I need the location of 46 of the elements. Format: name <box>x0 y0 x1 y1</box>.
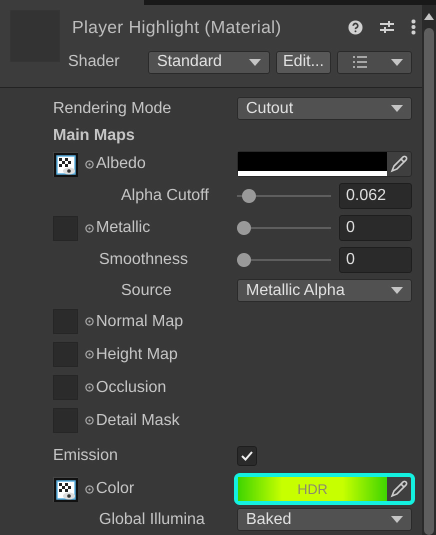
list-options-dropdown[interactable] <box>336 50 412 74</box>
number-field[interactable]: 0 <box>339 247 412 273</box>
list-icon <box>352 56 368 68</box>
color-field[interactable] <box>237 151 412 177</box>
property-dropdown[interactable]: Cutout <box>237 97 412 120</box>
hdr-label: HDR <box>297 480 328 498</box>
number-field[interactable]: 0 <box>339 215 412 241</box>
shader-dropdown[interactable]: Standard <box>148 50 270 74</box>
texture-slot[interactable] <box>53 152 78 176</box>
property-label: Height Map <box>96 344 178 364</box>
property-label: Smoothness <box>99 250 188 270</box>
property-label: Source <box>121 280 172 300</box>
checkbox[interactable] <box>237 446 257 466</box>
property-label: Global Illumina <box>99 510 205 530</box>
scrollbar[interactable] <box>422 5 436 535</box>
property-label: Color <box>96 479 134 499</box>
slider-thumb[interactable] <box>237 253 251 267</box>
property-label: Albedo <box>96 154 146 174</box>
settings-sliders-icon[interactable] <box>379 19 395 36</box>
edit-button[interactable]: Edit... <box>276 50 331 74</box>
checkmark-icon <box>240 449 254 463</box>
property-label: Detail Mask <box>96 410 180 430</box>
slider-thumb[interactable] <box>237 221 251 235</box>
shader-label: Shader <box>68 52 121 72</box>
property-dropdown[interactable]: Metallic Alpha <box>237 279 412 302</box>
property-dropdown[interactable]: Baked <box>237 508 412 531</box>
target-icon[interactable] <box>85 484 94 494</box>
target-icon[interactable] <box>85 416 94 425</box>
more-options-icon[interactable] <box>411 19 416 36</box>
target-icon[interactable] <box>85 224 94 232</box>
property-label: Rendering Mode <box>53 98 172 118</box>
target-icon[interactable] <box>85 350 94 359</box>
target-icon[interactable] <box>85 160 94 168</box>
property-label: Metallic <box>96 218 150 238</box>
number-field[interactable]: 0.062 <box>339 183 412 209</box>
target-icon[interactable] <box>85 383 94 392</box>
property-label: Emission <box>53 446 118 466</box>
target-icon[interactable] <box>85 317 94 326</box>
property-label: Occlusion <box>96 378 166 398</box>
property-label: Alpha Cutoff <box>121 186 209 206</box>
help-icon[interactable] <box>348 20 363 35</box>
texture-slot[interactable] <box>53 476 78 502</box>
inspector-title: Player Highlight (Material) <box>72 16 282 39</box>
slider-thumb[interactable] <box>242 189 256 203</box>
section-title: Main Maps <box>53 126 135 146</box>
property-label: Normal Map <box>96 312 184 332</box>
